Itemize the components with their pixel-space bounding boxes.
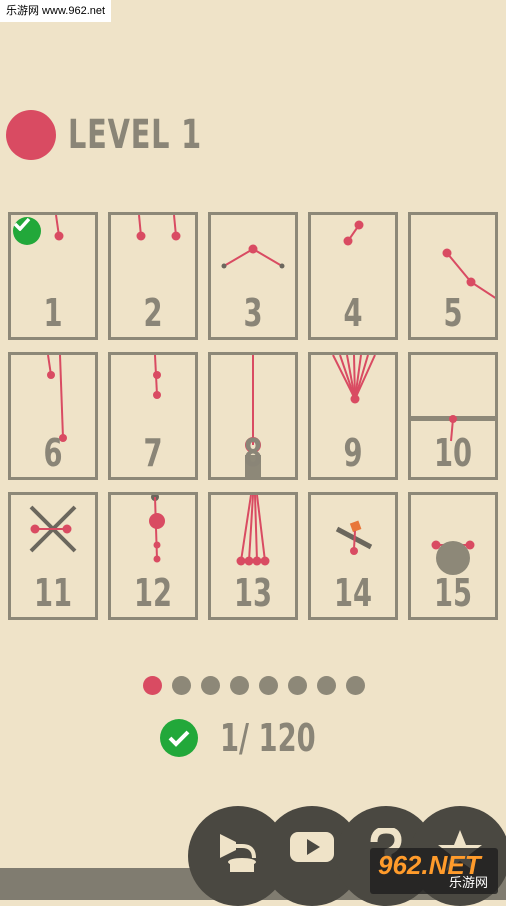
page-indicator bbox=[143, 676, 365, 695]
level-header: LEVEL 1 bbox=[6, 110, 235, 160]
page-dot-3[interactable] bbox=[201, 676, 220, 695]
page-dot-5[interactable] bbox=[259, 676, 278, 695]
page-dot-8[interactable] bbox=[346, 676, 365, 695]
level-card-4[interactable]: 4 bbox=[308, 212, 398, 340]
level-number: 12 bbox=[133, 571, 173, 615]
gramophone-icon bbox=[220, 834, 256, 872]
watermark-top: 乐游网 www.962.net bbox=[0, 0, 112, 22]
level-number: 3 bbox=[243, 291, 263, 335]
level-dot-icon bbox=[6, 110, 56, 160]
completed-check-icon bbox=[13, 217, 41, 245]
level-card-8[interactable]: 8 bbox=[208, 352, 298, 480]
level-card-3[interactable]: 3 bbox=[208, 212, 298, 340]
level-card-14[interactable]: 14 bbox=[308, 492, 398, 620]
level-number: 9 bbox=[343, 431, 363, 475]
level-number: 7 bbox=[143, 431, 163, 475]
level-card-15[interactable]: 15 bbox=[408, 492, 498, 620]
watermark-bottom: 962.NET 乐游网 bbox=[370, 848, 498, 894]
page-dot-7[interactable] bbox=[317, 676, 336, 695]
level-grid: 1 2 3 4 5 6 7 8 9 10 11 12 13 14 15 bbox=[8, 212, 500, 624]
level-number: 4 bbox=[343, 291, 363, 335]
level-card-11[interactable]: 11 bbox=[8, 492, 98, 620]
level-number: 5 bbox=[443, 291, 463, 335]
level-number: 11 bbox=[33, 571, 73, 615]
progress-counter: 1/ 120 bbox=[160, 716, 340, 760]
level-number: 10 bbox=[433, 431, 473, 475]
page-title: LEVEL 1 bbox=[68, 112, 202, 158]
level-card-7[interactable]: 7 bbox=[108, 352, 198, 480]
page-dot-6[interactable] bbox=[288, 676, 307, 695]
progress-text: 1/ 120 bbox=[220, 716, 316, 760]
level-number: 14 bbox=[333, 571, 373, 615]
level-card-13[interactable]: 13 bbox=[208, 492, 298, 620]
level-number: 8 bbox=[243, 431, 263, 475]
level-number: 13 bbox=[233, 571, 273, 615]
level-card-9[interactable]: 9 bbox=[308, 352, 398, 480]
watermark-sub: 乐游网 bbox=[448, 875, 488, 890]
page-dot-1[interactable] bbox=[143, 676, 162, 695]
level-card-12[interactable]: 12 bbox=[108, 492, 198, 620]
level-number: 2 bbox=[143, 291, 163, 335]
level-number: 1 bbox=[43, 291, 63, 335]
level-number: 6 bbox=[43, 431, 63, 475]
youtube-icon bbox=[290, 832, 334, 862]
level-card-5[interactable]: 5 bbox=[408, 212, 498, 340]
page-dot-4[interactable] bbox=[230, 676, 249, 695]
level-card-10[interactable]: 10 bbox=[408, 352, 498, 480]
page-dot-2[interactable] bbox=[172, 676, 191, 695]
level-card-1[interactable]: 1 bbox=[8, 212, 98, 340]
level-card-2[interactable]: 2 bbox=[108, 212, 198, 340]
level-number: 15 bbox=[433, 571, 473, 615]
completed-check-icon bbox=[160, 719, 198, 757]
level-card-6[interactable]: 6 bbox=[8, 352, 98, 480]
